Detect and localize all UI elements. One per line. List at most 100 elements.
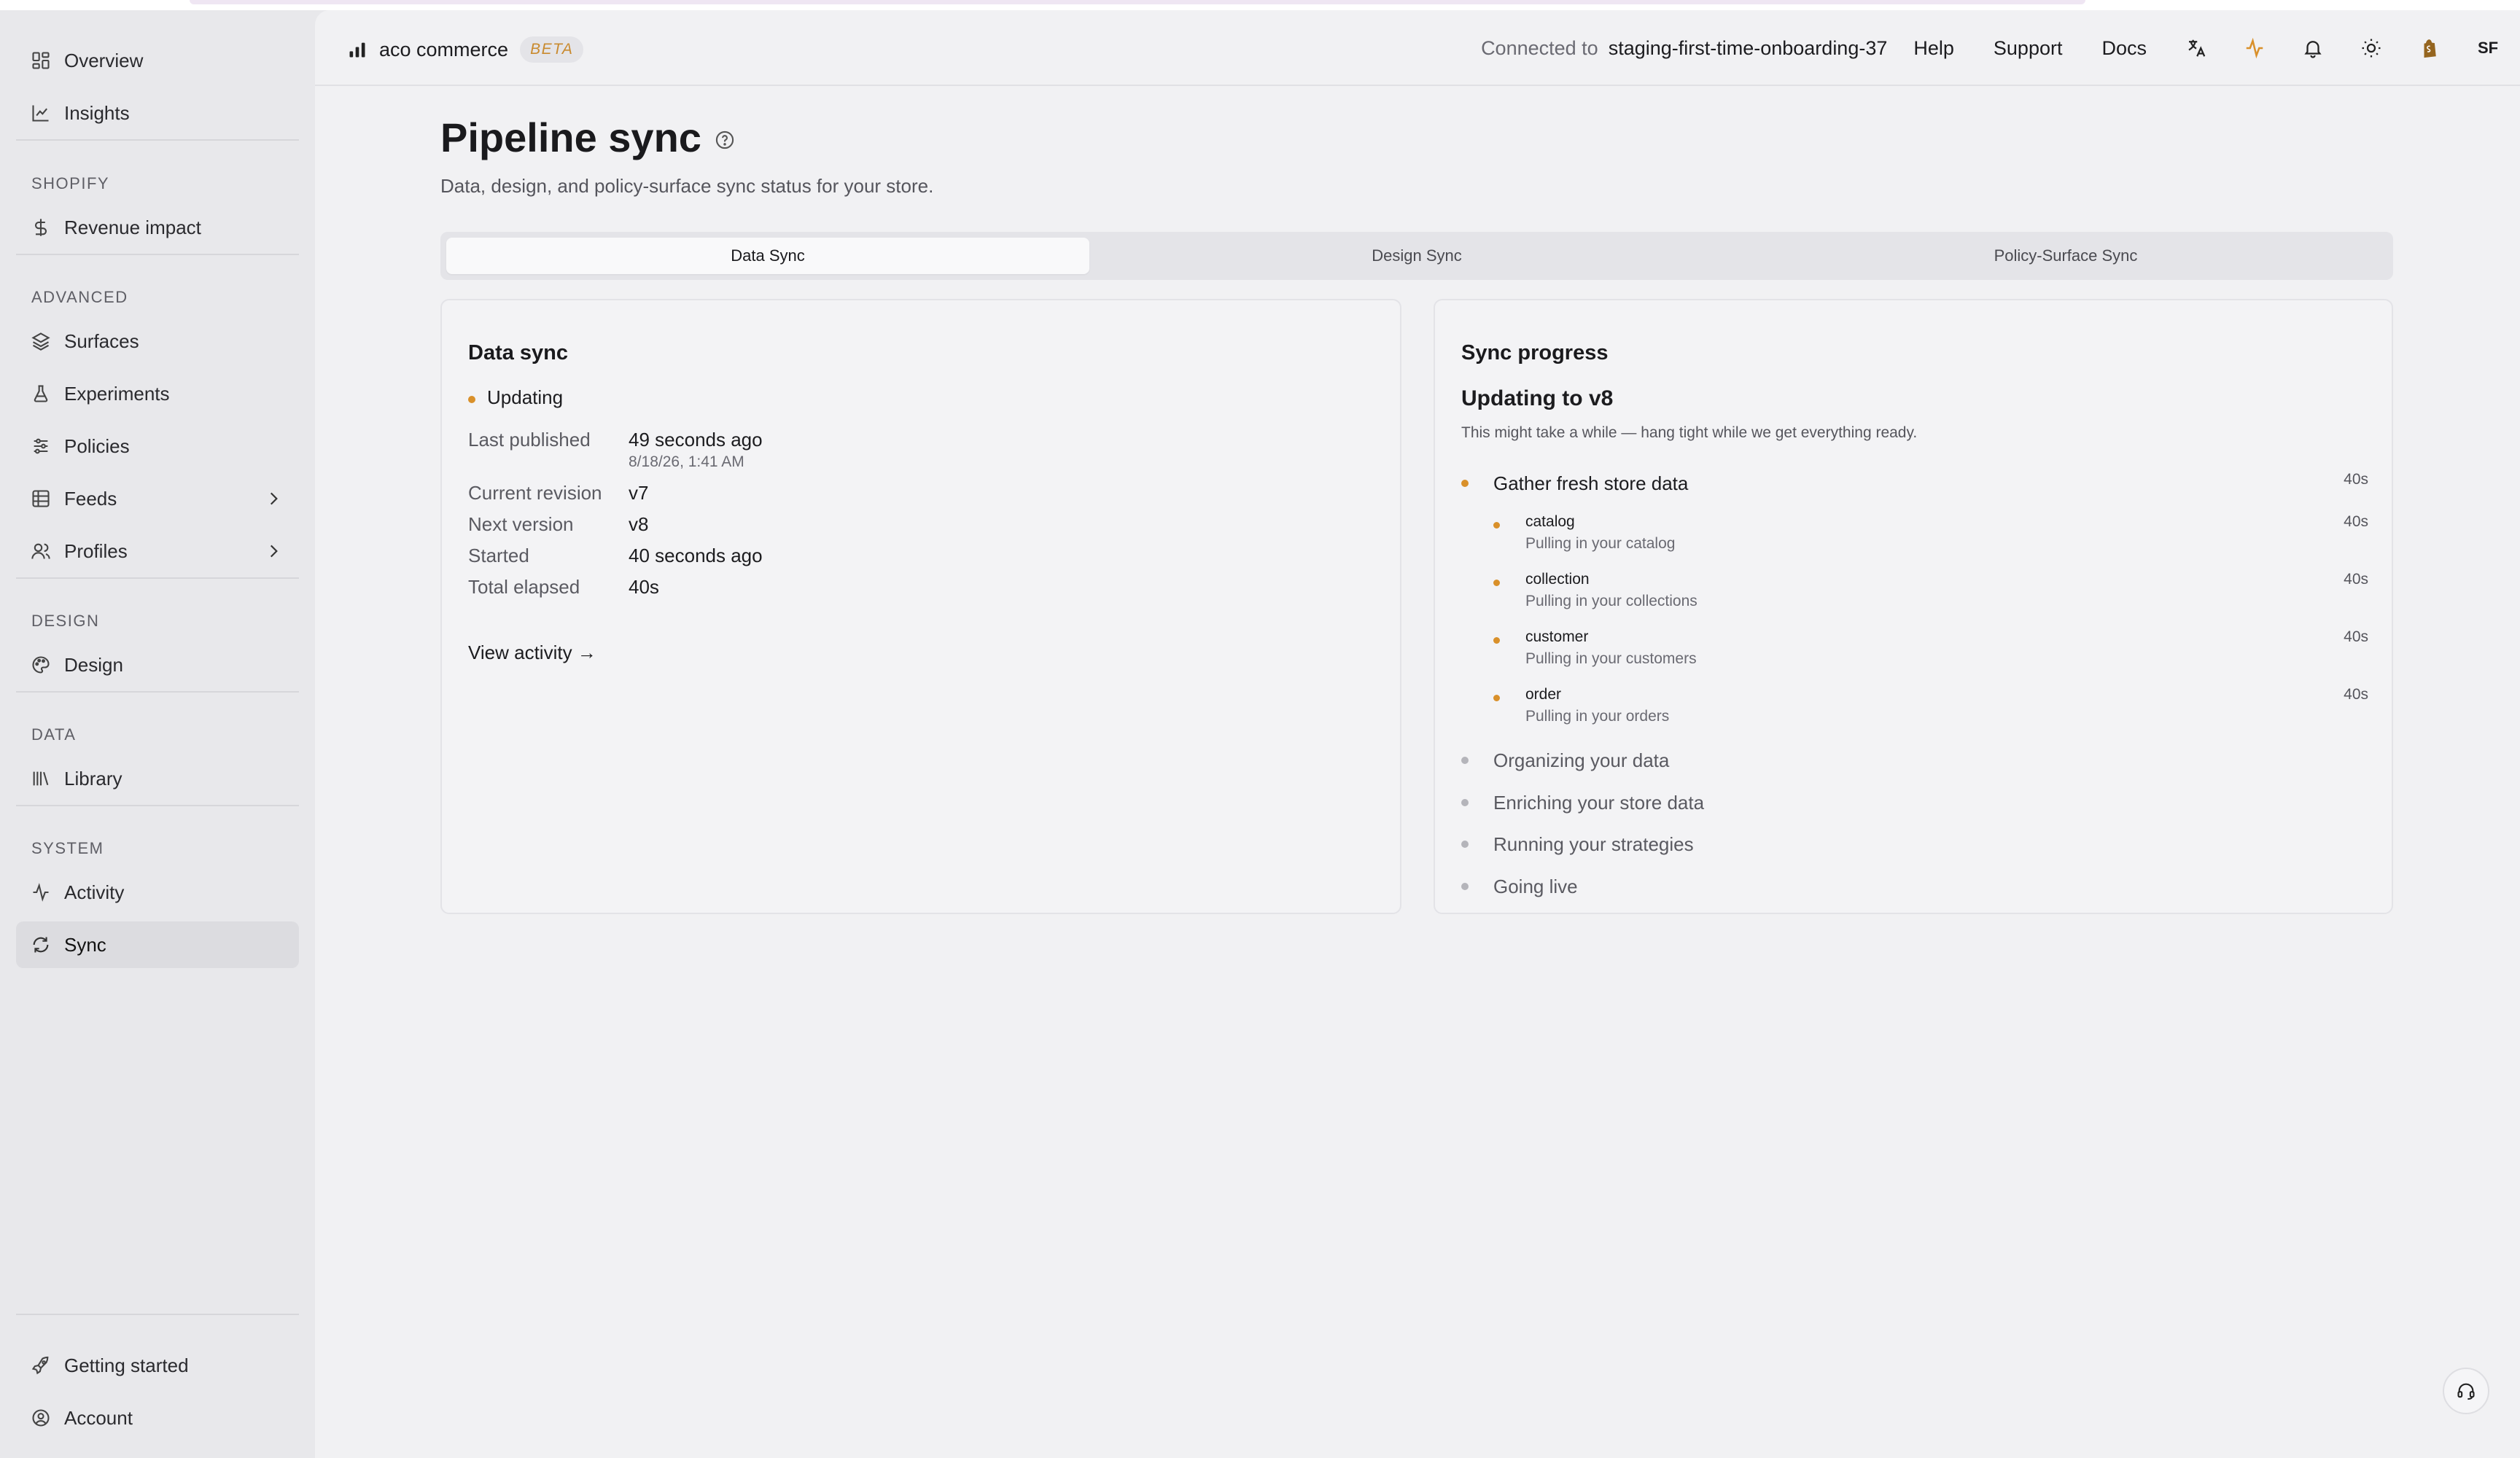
sidebar-item-library[interactable]: Library [16, 755, 299, 802]
total-elapsed-value: 40s [629, 576, 659, 598]
shopify-button[interactable] [2400, 19, 2459, 77]
sidebar-section-data: DATA [31, 725, 77, 744]
help-link[interactable]: Help [1913, 37, 1954, 60]
substep-duration: 40s [2344, 571, 2368, 588]
connected-store[interactable]: staging-first-time-onboarding-37 [1609, 37, 1888, 60]
step-label: Enriching your store data [1493, 792, 1705, 814]
substep-name: order [1525, 686, 1562, 703]
step-bullet [1461, 841, 1469, 848]
window-top-strip [0, 0, 2520, 10]
step-enriching: Enriching your store data [1461, 789, 2393, 818]
account-icon [32, 1409, 50, 1427]
sidebar-item-design[interactable]: Design [16, 642, 299, 688]
sidebar-divider [16, 691, 299, 693]
translate-icon [2188, 39, 2206, 57]
total-elapsed-label: Total elapsed [468, 576, 580, 598]
substep-duration: 40s [2344, 628, 2368, 645]
page-subtitle: Data, design, and policy-surface sync st… [440, 175, 934, 197]
beta-badge: BETA [520, 36, 584, 63]
substep-name: collection [1525, 571, 1590, 588]
sidebar-item-overview[interactable]: Overview [16, 37, 299, 84]
sidebar-item-surfaces[interactable]: Surfaces [16, 318, 299, 364]
status-text: Updating [487, 386, 564, 408]
window-top-accent [190, 0, 2085, 4]
users-icon [31, 543, 50, 559]
sidebar-item-experiments[interactable]: Experiments [16, 370, 299, 417]
sidebar-section-system: SYSTEM [31, 839, 104, 857]
activity-pulse-icon [2246, 37, 2263, 59]
docs-link[interactable]: Docs [2101, 37, 2147, 60]
activity-status-button[interactable] [2225, 19, 2284, 77]
connected-label: Connected to [1481, 36, 1598, 59]
substep-name: catalog [1525, 513, 1575, 530]
user-avatar[interactable]: SF [2459, 19, 2517, 77]
step-bullet [1461, 883, 1469, 890]
library-icon [33, 771, 49, 786]
sidebar-item-activity[interactable]: Activity [16, 869, 299, 916]
step-bullet [1461, 480, 1469, 487]
step-going-live: Going live [1461, 873, 2393, 902]
top-bar: aco commerce BETA Connected to staging-f… [315, 10, 2520, 86]
step-bullet [1461, 799, 1469, 806]
substep-bullet [1493, 695, 1500, 701]
sync-progress-card: Sync progress Updating to v8 This might … [1434, 299, 2393, 914]
next-version-value: v8 [629, 513, 649, 535]
step-gather: Gather fresh store data 40s [1461, 469, 2368, 499]
signal-bars-icon [349, 42, 365, 58]
sidebar-item-getting-started[interactable]: Getting started [16, 1342, 299, 1389]
sidebar-item-sync[interactable]: Sync [16, 921, 299, 968]
last-published-label: Last published [468, 429, 591, 451]
dollar-icon [34, 219, 47, 236]
palette-icon [32, 656, 50, 674]
started-label: Started [468, 545, 529, 566]
sidebar-item-feeds[interactable]: Feeds [16, 475, 299, 522]
substep-duration: 40s [2344, 513, 2368, 530]
step-label: Running your strategies [1493, 833, 1694, 855]
notifications-button[interactable] [2284, 19, 2342, 77]
help-circle-icon[interactable] [715, 130, 735, 150]
translate-button[interactable] [2167, 19, 2225, 77]
sync-progress-description: This might take a while — hang tight whi… [1461, 424, 1918, 441]
page-title-text: Pipeline sync [440, 114, 701, 160]
started-value: 40 seconds ago [629, 545, 763, 566]
sidebar-item-label: Getting started [64, 1354, 189, 1376]
step-running-strategies: Running your strategies [1461, 830, 2393, 859]
sync-progress-title: Sync progress [1461, 341, 1609, 364]
sidebar-item-label: Experiments [64, 382, 170, 405]
step-organizing: Organizing your data [1461, 746, 2393, 776]
brand[interactable]: aco commerce BETA [347, 36, 584, 63]
sidebar-item-label: Profiles [64, 539, 128, 562]
view-activity-link[interactable]: View activity → [468, 642, 596, 664]
sidebar-item-label: Overview [64, 49, 144, 71]
substep-desc: Pulling in your customers [1525, 650, 1697, 667]
sidebar-item-revenue-impact[interactable]: Revenue impact [16, 204, 299, 251]
support-chat-button[interactable] [2443, 1368, 2489, 1414]
step-label: Gather fresh store data [1493, 472, 1689, 494]
tab-policy-surface-sync[interactable]: Policy-Surface Sync [1744, 238, 2387, 274]
top-bar-right: Connected to staging-first-time-onboardi… [1481, 10, 2520, 86]
current-revision-label: Current revision [468, 482, 602, 504]
shopify-bag-icon [2424, 39, 2436, 58]
sidebar-item-label: Insights [64, 101, 130, 124]
activity-icon [33, 883, 49, 902]
bell-icon [2304, 41, 2322, 58]
sidebar-divider [16, 805, 299, 806]
sync-tabs: Data Sync Design Sync Policy-Surface Syn… [440, 232, 2393, 280]
tab-data-sync[interactable]: Data Sync [446, 238, 1089, 274]
step-duration: 40s [2344, 471, 2368, 488]
sidebar-item-account[interactable]: Account [16, 1395, 299, 1441]
sidebar-item-profiles[interactable]: Profiles [16, 528, 299, 574]
grid-icon [32, 52, 50, 69]
support-link[interactable]: Support [1994, 37, 2063, 60]
sidebar-item-policies[interactable]: Policies [16, 423, 299, 469]
tab-design-sync[interactable]: Design Sync [1095, 238, 1738, 274]
substep-order: order Pulling in your orders 40s [1493, 686, 2368, 733]
sidebar-item-insights[interactable]: Insights [16, 90, 299, 136]
theme-toggle-button[interactable] [2342, 19, 2400, 77]
sliders-icon [34, 438, 48, 454]
rocket-icon [31, 1356, 49, 1375]
line-chart-icon [32, 105, 49, 122]
step-label: Going live [1493, 876, 1578, 897]
sidebar-item-label: Policies [64, 434, 130, 457]
layers-icon [31, 332, 50, 351]
